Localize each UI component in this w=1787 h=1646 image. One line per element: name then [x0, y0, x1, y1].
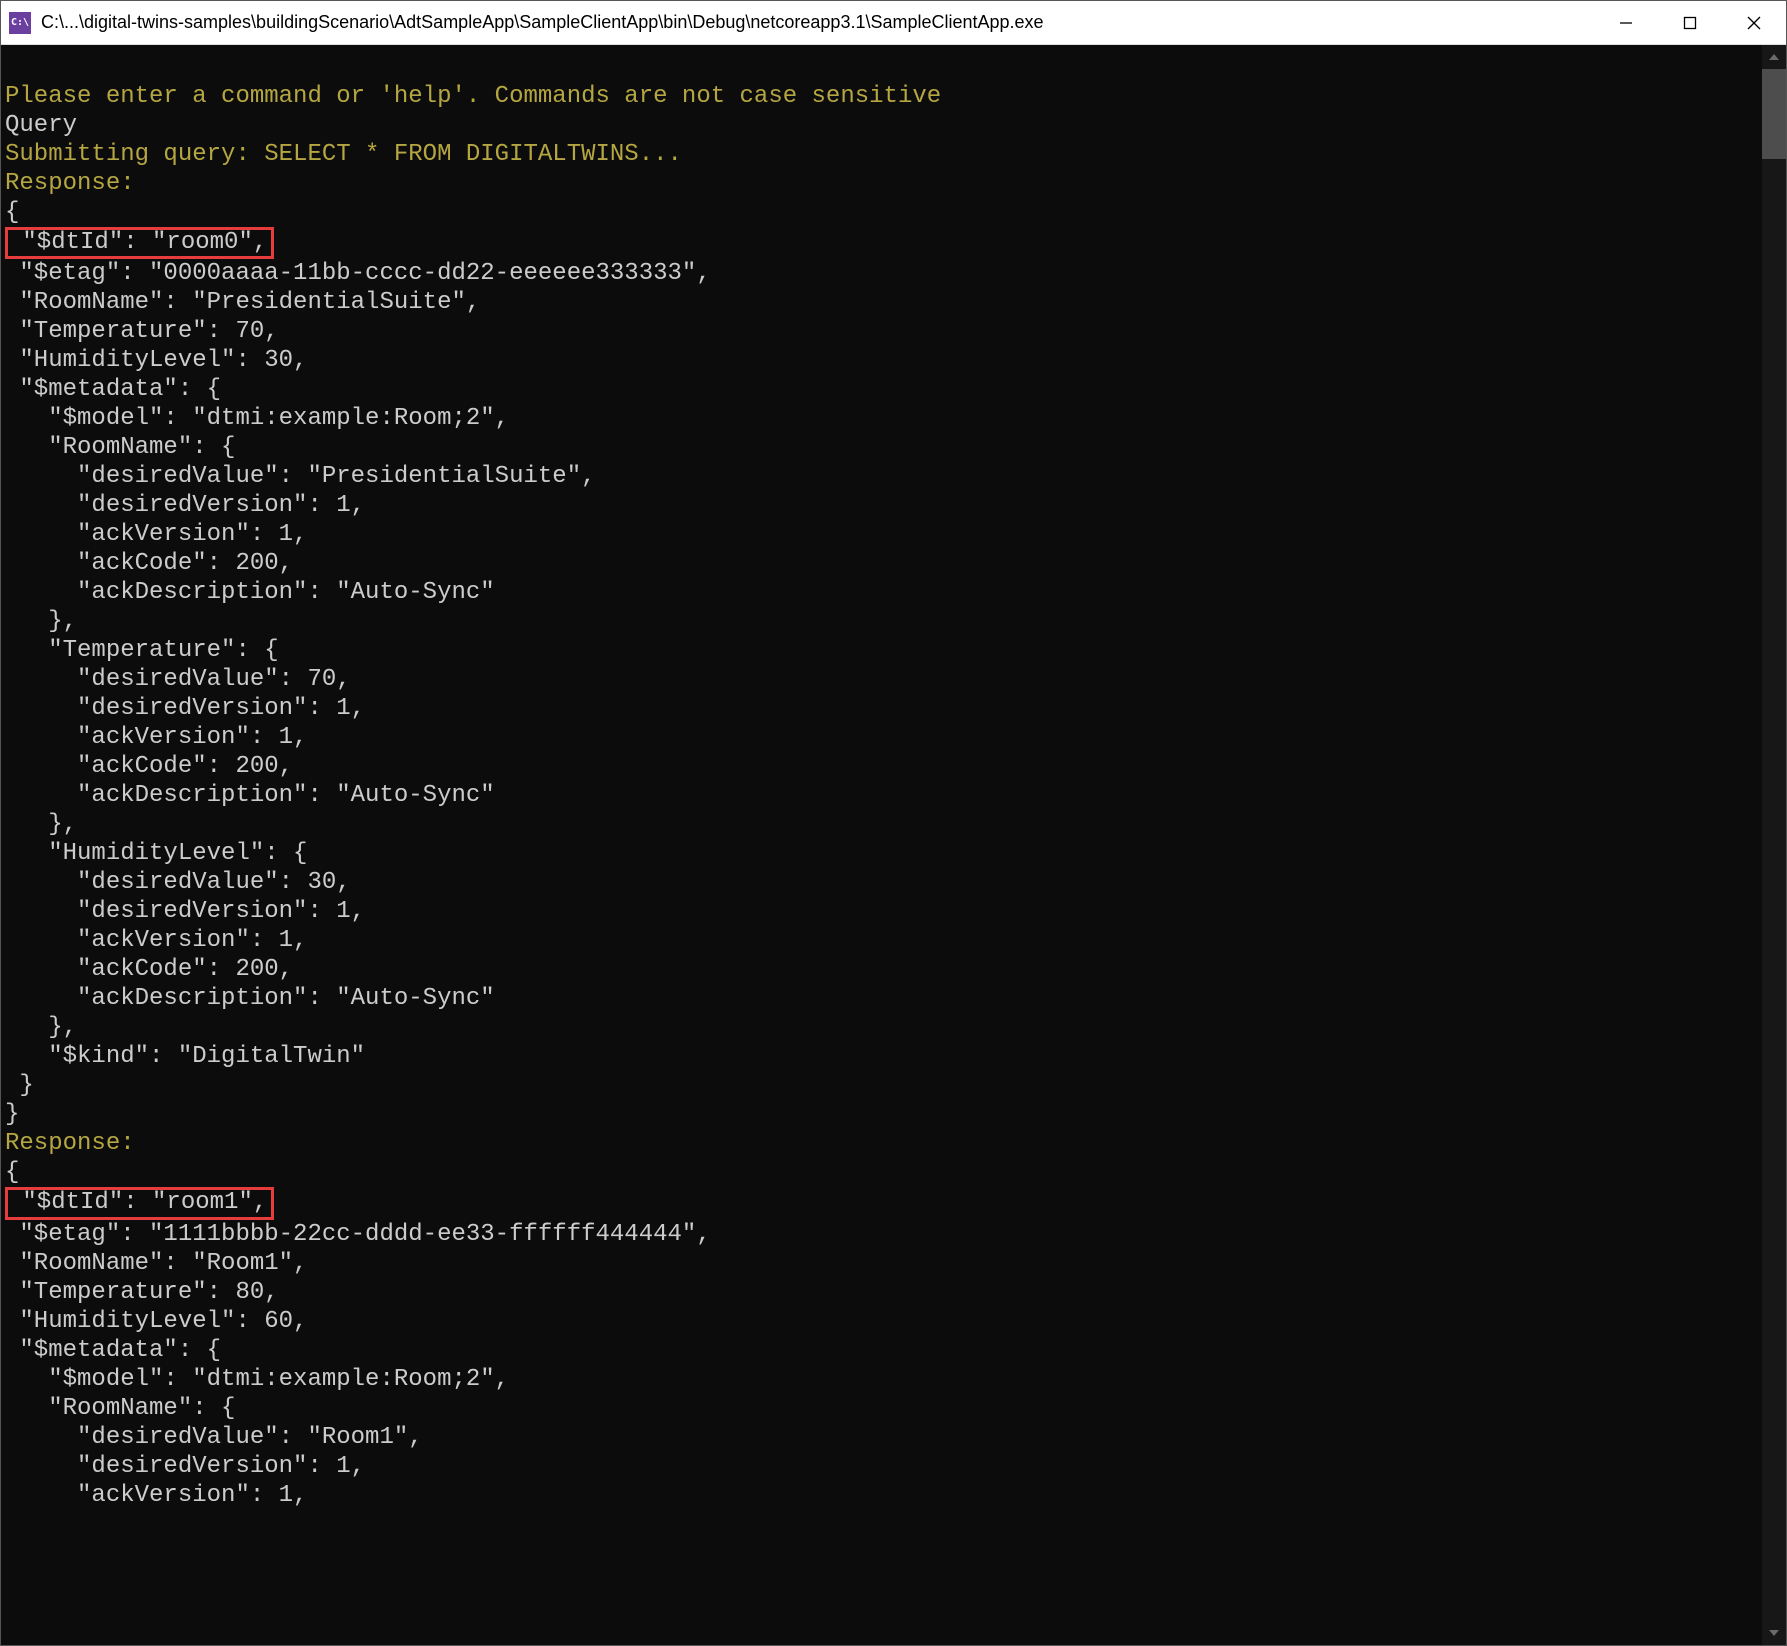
json-line: "RoomName": { [5, 1395, 235, 1422]
json-line: "desiredVersion": 1, [5, 695, 365, 722]
json-line: "ackVersion": 1, [5, 927, 307, 954]
response-label: Response: [5, 170, 135, 197]
json-line: "$metadata": { [5, 1337, 221, 1364]
window-controls [1594, 1, 1786, 44]
prompt-line: Please enter a command or 'help'. Comman… [5, 83, 941, 110]
json-line: "desiredVersion": 1, [5, 492, 365, 519]
close-button[interactable] [1722, 1, 1786, 44]
minimize-button[interactable] [1594, 1, 1658, 44]
json-line: "desiredValue": 70, [5, 666, 351, 693]
app-icon: C:\ [9, 12, 31, 34]
json-line: "$model": "dtmi:example:Room;2", [5, 1366, 509, 1393]
json-line: "HumidityLevel": 30, [5, 347, 307, 374]
json-line: "$model": "dtmi:example:Room;2", [5, 405, 509, 432]
window-title: C:\...\digital-twins-samples\buildingSce… [41, 12, 1594, 33]
json-line: "$etag": "0000aaaa-11bb-cccc-dd22-eeeeee… [5, 260, 711, 287]
maximize-button[interactable] [1658, 1, 1722, 44]
json-line: "ackDescription": "Auto-Sync" [5, 579, 495, 606]
json-line: }, [5, 608, 77, 635]
json-line: "ackCode": 200, [5, 753, 293, 780]
json-line: "desiredValue": "PresidentialSuite", [5, 463, 596, 490]
json-line: "desiredVersion": 1, [5, 898, 365, 925]
json-line: "Temperature": 80, [5, 1279, 279, 1306]
json-line: { [5, 199, 19, 226]
command-line: Query [5, 112, 77, 139]
json-line: "Temperature": { [5, 637, 279, 664]
json-line: "HumidityLevel": 60, [5, 1308, 307, 1335]
scroll-thumb[interactable] [1762, 69, 1786, 159]
json-line: "HumidityLevel": { [5, 840, 307, 867]
response-label: Response: [5, 1130, 135, 1157]
titlebar[interactable]: C:\ C:\...\digital-twins-samples\buildin… [1, 1, 1786, 45]
submitting-line: Submitting query: SELECT * FROM DIGITALT… [5, 141, 682, 168]
json-line: "$etag": "1111bbbb-22cc-dddd-ee33-ffffff… [5, 1221, 711, 1248]
json-line: "$metadata": { [5, 376, 221, 403]
json-line: "ackVersion": 1, [5, 521, 307, 548]
console-output: Please enter a command or 'help'. Comman… [1, 45, 1762, 1645]
console-area[interactable]: Please enter a command or 'help'. Comman… [1, 45, 1786, 1645]
dtid-highlight-room0: "$dtId": "room0", [5, 227, 274, 259]
json-line: "desiredValue": "Room1", [5, 1424, 423, 1451]
dtid-highlight-room1: "$dtId": "room1", [5, 1187, 274, 1219]
json-line: "ackCode": 200, [5, 550, 293, 577]
scroll-up-arrow[interactable] [1762, 45, 1786, 69]
json-line: "ackVersion": 1, [5, 1482, 307, 1509]
json-line: } [5, 1072, 34, 1099]
json-line: { [5, 1159, 19, 1186]
json-line: "$kind": "DigitalTwin" [5, 1043, 365, 1070]
json-line: "RoomName": { [5, 434, 235, 461]
json-line: "ackDescription": "Auto-Sync" [5, 985, 495, 1012]
json-line: "desiredVersion": 1, [5, 1453, 365, 1480]
json-line: "ackCode": 200, [5, 956, 293, 983]
json-line: "RoomName": "PresidentialSuite", [5, 289, 480, 316]
json-line: "ackVersion": 1, [5, 724, 307, 751]
scroll-down-arrow[interactable] [1762, 1621, 1786, 1645]
json-line: "ackDescription": "Auto-Sync" [5, 782, 495, 809]
json-line: } [5, 1101, 19, 1128]
json-line: }, [5, 811, 77, 838]
vertical-scrollbar[interactable] [1762, 45, 1786, 1645]
json-line: "RoomName": "Room1", [5, 1250, 307, 1277]
json-line: "Temperature": 70, [5, 318, 279, 345]
json-line: "desiredValue": 30, [5, 869, 351, 896]
app-window: C:\ C:\...\digital-twins-samples\buildin… [0, 0, 1787, 1646]
json-line: }, [5, 1014, 77, 1041]
